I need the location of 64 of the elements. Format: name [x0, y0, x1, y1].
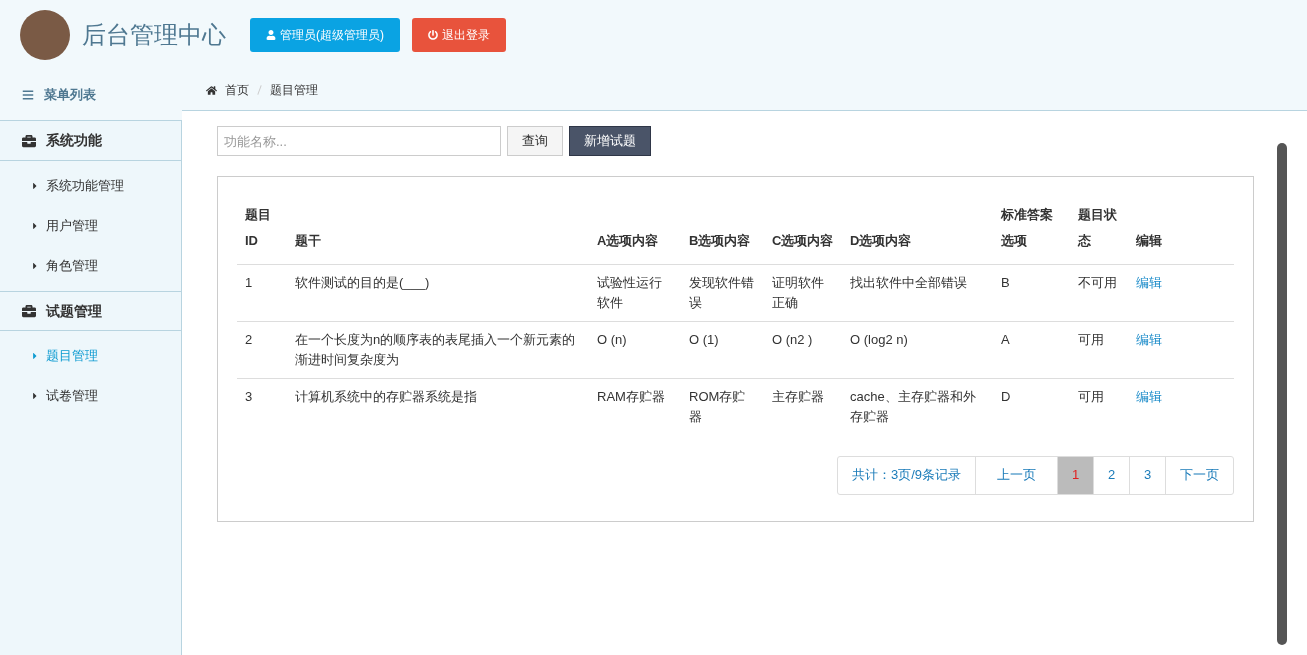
column-header: 题目ID [237, 202, 287, 265]
edit-link[interactable]: 编辑 [1136, 389, 1162, 404]
user-button[interactable]: 管理员(超级管理员) [250, 18, 400, 52]
table-cell: 找出软件中全部错误 [850, 275, 967, 290]
column-header: C选项内容 [764, 202, 842, 265]
breadcrumb-link[interactable]: 首页 [225, 81, 249, 99]
power-icon [428, 30, 438, 40]
column-header: A选项内容 [589, 202, 681, 265]
page-link[interactable]: 3 [1129, 456, 1165, 494]
group-label: 试题管理 [46, 301, 102, 321]
sidebar-item[interactable]: 题目管理 [0, 336, 181, 376]
scrollbar[interactable] [1277, 143, 1287, 645]
page-link[interactable]: 1 [1057, 456, 1093, 494]
table-cell: 计算机系统中的存贮器系统是指 [295, 389, 477, 404]
user-icon [266, 30, 276, 40]
table-cell: 在一个长度为n的顺序表的表尾插入一个新元素的渐进时间复杂度为 [295, 332, 576, 367]
table-cell: 可用 [1078, 389, 1104, 404]
table-cell: O (n2 ) [772, 332, 813, 347]
column-header: B选项内容 [681, 202, 764, 265]
query-button[interactable]: 查询 [507, 126, 563, 156]
menu-icon [22, 89, 34, 101]
table-cell: 3 [245, 389, 253, 404]
briefcase-icon [22, 133, 36, 148]
breadcrumb-link[interactable]: 题目管理 [270, 81, 318, 99]
table-cell: 不可用 [1078, 275, 1117, 290]
sidebar-item[interactable]: 试卷管理 [0, 376, 181, 416]
table-cell: O (log2 n) [850, 332, 908, 347]
group-label: 系统功能 [46, 131, 102, 150]
add-question-button[interactable]: 新增试题 [569, 126, 651, 156]
table-cell: D [1001, 389, 1011, 404]
table-cell: ROM存贮器 [689, 389, 746, 424]
table-cell: 2 [245, 332, 253, 347]
sidebar-item[interactable]: 用户管理 [0, 206, 181, 246]
search-field[interactable]: 功能名称... [217, 126, 501, 156]
sidebar-heading: 菜单列表 [44, 86, 96, 105]
table-cell: 1 [245, 275, 253, 290]
table-cell: 发现软件错误 [689, 275, 754, 310]
column-header: 题干 [287, 202, 589, 265]
table-cell: 试验性运行软件 [597, 275, 662, 310]
table-cell: O (1) [689, 332, 719, 347]
table-cell: cache、主存贮器和外存贮器 [850, 389, 976, 424]
column-header: 题目状态 [1070, 202, 1128, 265]
table-cell: B [1001, 275, 1010, 290]
home-icon [206, 84, 217, 96]
table-cell: 主存贮器 [772, 389, 824, 404]
sidebar-item[interactable]: 角色管理 [0, 246, 181, 286]
column-header: D选项内容 [842, 202, 993, 265]
column-header: 标准答案选项 [993, 202, 1070, 265]
table-cell: O (n) [597, 332, 627, 347]
edit-link[interactable]: 编辑 [1136, 275, 1162, 290]
site-title: 后台管理中心 [82, 20, 226, 50]
next-page-link[interactable]: 下一页 [1165, 456, 1233, 494]
page-link[interactable]: 2 [1093, 456, 1129, 494]
pagination-summary: 共计：3页/9条记录 [850, 466, 962, 485]
table-cell: RAM存贮器 [597, 389, 665, 404]
sidebar-item[interactable]: 系统功能管理 [0, 166, 181, 206]
logout-button[interactable]: 退出登录 [412, 18, 506, 52]
column-header: 编辑 [1128, 202, 1234, 265]
table-cell: A [1001, 332, 1010, 347]
table-cell: 可用 [1078, 332, 1104, 347]
table-cell: 证明软件正确 [772, 275, 824, 310]
briefcase-icon [22, 304, 36, 318]
table-cell: 软件测试的目的是(___) [295, 275, 430, 290]
edit-link[interactable]: 编辑 [1136, 332, 1162, 347]
